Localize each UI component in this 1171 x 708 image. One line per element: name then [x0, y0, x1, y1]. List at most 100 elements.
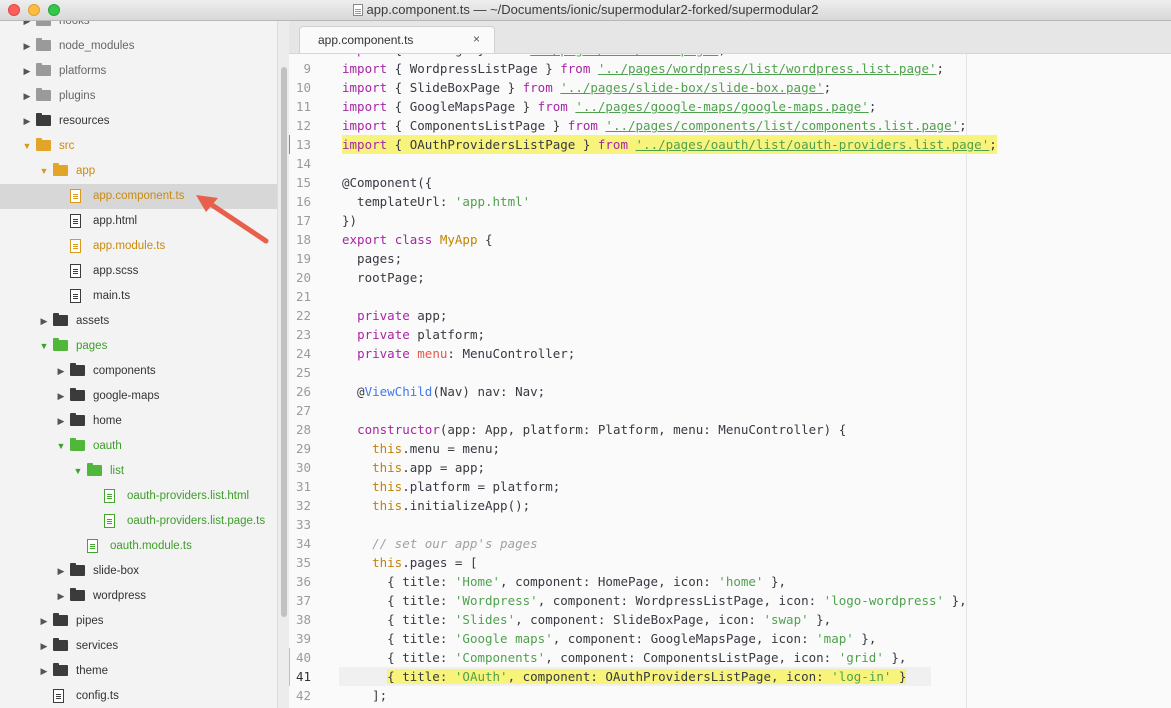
- code-line[interactable]: 15 @Component({: [289, 173, 1171, 192]
- code-editor: app.component.ts × 8import { HomePage } …: [289, 21, 1171, 708]
- code-line[interactable]: 24 private menu: MenuController;: [289, 344, 1171, 363]
- tree-file-config-ts[interactable]: config.ts: [0, 684, 277, 708]
- tree-folder-theme[interactable]: ▶ theme: [0, 659, 277, 684]
- code-line[interactable]: 21: [289, 287, 1171, 306]
- code-line[interactable]: 20 rootPage;: [289, 268, 1171, 287]
- code-line[interactable]: 17}): [289, 211, 1171, 230]
- code-line[interactable]: 39 { title: 'Google maps', component: Go…: [289, 629, 1171, 648]
- tab-app-component[interactable]: app.component.ts ×: [299, 26, 495, 53]
- code-line[interactable]: 19 pages;: [289, 249, 1171, 268]
- chevron-right-icon[interactable]: ▶: [21, 65, 33, 77]
- chevron-down-icon[interactable]: ▼: [21, 140, 33, 152]
- tree-file-oauth-providers-list-page-ts[interactable]: oauth-providers.list.page.ts: [0, 509, 277, 534]
- tree-folder-slide-box[interactable]: ▶ slide-box: [0, 559, 277, 584]
- code-token: import: [342, 99, 388, 114]
- code-line[interactable]: 34 // set our app's pages: [289, 534, 1171, 553]
- chevron-right-icon[interactable]: ▶: [38, 315, 50, 327]
- code-line[interactable]: 28 constructor(app: App, platform: Platf…: [289, 420, 1171, 439]
- chevron-down-icon[interactable]: ▼: [38, 165, 50, 177]
- code-line[interactable]: 10 import { SlideBoxPage } from '../pages…: [289, 78, 1171, 97]
- code-line[interactable]: 9 import { WordpressListPage } from '../p…: [289, 59, 1171, 78]
- code-text: }): [342, 211, 357, 230]
- tree-item-label: slide-box: [93, 565, 140, 577]
- code-line[interactable]: 26 @ViewChild(Nav) nav: Nav;: [289, 382, 1171, 401]
- chevron-right-icon[interactable]: ▶: [55, 415, 67, 427]
- code-line[interactable]: 37 { title: 'Wordpress', component: Word…: [289, 591, 1171, 610]
- tree-folder-services[interactable]: ▶ services: [0, 634, 277, 659]
- chevron-right-icon[interactable]: ▶: [55, 365, 67, 377]
- tree-folder-google-maps[interactable]: ▶ google-maps: [0, 384, 277, 409]
- line-number: 16: [295, 194, 311, 209]
- code-token: (app: App, platform: Platform, menu: Men…: [439, 422, 847, 437]
- tree-file-oauth-providers-list-html[interactable]: oauth-providers.list.html: [0, 484, 277, 509]
- tree-folder-list[interactable]: ▼ list: [0, 459, 277, 484]
- tree-folder-assets[interactable]: ▶ assets: [0, 309, 277, 334]
- code-token: this: [372, 441, 403, 456]
- chevron-right-icon[interactable]: ▶: [38, 640, 50, 652]
- tree-folder-resources[interactable]: ▶ resources: [0, 109, 277, 134]
- code-line[interactable]: 35 this.pages = [: [289, 553, 1171, 572]
- tree-file-main-ts[interactable]: main.ts: [0, 284, 277, 309]
- tree-folder-hooks[interactable]: ▶ hooks: [0, 21, 277, 34]
- chevron-right-icon[interactable]: ▶: [38, 615, 50, 627]
- code-line[interactable]: 38 { title: 'Slides', component: SlideBo…: [289, 610, 1171, 629]
- code-token: },: [808, 612, 832, 627]
- code-line[interactable]: 25: [289, 363, 1171, 382]
- code-line[interactable]: 16 templateUrl: 'app.html': [289, 192, 1171, 211]
- tree-folder-home[interactable]: ▶ home: [0, 409, 277, 434]
- tree-folder-components[interactable]: ▶ components: [0, 359, 277, 384]
- code-line[interactable]: 30 this.app = app;: [289, 458, 1171, 477]
- code-line[interactable]: 11 import { GoogleMapsPage } from '../pag…: [289, 97, 1171, 116]
- code-token: { GoogleMapsPage }: [387, 99, 538, 114]
- chevron-down-icon[interactable]: ▼: [55, 440, 67, 452]
- code-line[interactable]: 42 ];: [289, 686, 1171, 705]
- code-line[interactable]: 36 { title: 'Home', component: HomePage,…: [289, 572, 1171, 591]
- code-line[interactable]: 40 { title: 'Components', component: Com…: [289, 648, 1171, 667]
- sidebar-scrollbar[interactable]: [277, 21, 289, 708]
- code-line[interactable]: 32 this.initializeApp();: [289, 496, 1171, 515]
- chevron-right-icon[interactable]: ▶: [55, 590, 67, 602]
- code-line[interactable]: 12 import { ComponentsListPage } from '..…: [289, 116, 1171, 135]
- chevron-right-icon[interactable]: ▶: [21, 40, 33, 52]
- code-line[interactable]: 14: [289, 154, 1171, 173]
- code-line[interactable]: 23 private platform;: [289, 325, 1171, 344]
- code-token: { title:: [342, 631, 455, 646]
- code-area[interactable]: 8import { HomePage } from '../pages/home…: [289, 54, 1171, 708]
- chevron-down-icon[interactable]: ▼: [38, 340, 50, 352]
- tree-file-app-scss[interactable]: app.scss: [0, 259, 277, 284]
- tree-folder-node-modules[interactable]: ▶ node_modules: [0, 34, 277, 59]
- tree-folder-oauth[interactable]: ▼ oauth: [0, 434, 277, 459]
- code-line[interactable]: 22 private app;: [289, 306, 1171, 325]
- tree-folder-platforms[interactable]: ▶ platforms: [0, 59, 277, 84]
- chevron-right-icon[interactable]: ▶: [21, 115, 33, 127]
- chevron-right-icon[interactable]: ▶: [38, 665, 50, 677]
- tree-file-oauth-module-ts[interactable]: oauth.module.ts: [0, 534, 277, 559]
- line-number: 33: [295, 517, 311, 532]
- code-token: 'Home': [454, 574, 501, 589]
- tree-folder-app[interactable]: ▼ app: [0, 159, 277, 184]
- tree-folder-wordpress[interactable]: ▶ wordpress: [0, 584, 277, 609]
- code-line[interactable]: 41 { title: 'OAuth', component: OAuthPro…: [289, 667, 1171, 686]
- code-line[interactable]: 31 this.platform = platform;: [289, 477, 1171, 496]
- chevron-down-icon[interactable]: ▼: [72, 465, 84, 477]
- code-line[interactable]: 33: [289, 515, 1171, 534]
- tree-folder-src[interactable]: ▼ src: [0, 134, 277, 159]
- tree-folder-pipes[interactable]: ▶ pipes: [0, 609, 277, 634]
- chevron-right-icon[interactable]: ▶: [55, 565, 67, 577]
- sidebar-scrollbar-thumb[interactable]: [281, 67, 287, 617]
- chevron-right-icon[interactable]: ▶: [21, 90, 33, 102]
- code-line[interactable]: 13 import { OAuthProvidersListPage } from…: [289, 135, 1171, 154]
- chevron-right-icon[interactable]: ▶: [55, 390, 67, 402]
- code-line[interactable]: 29 this.menu = menu;: [289, 439, 1171, 458]
- code-line[interactable]: 18 export class MyApp {: [289, 230, 1171, 249]
- code-token: ];: [342, 688, 388, 703]
- code-line[interactable]: 27: [289, 401, 1171, 420]
- tree-folder-pages[interactable]: ▼ pages: [0, 334, 277, 359]
- tab-close-icon[interactable]: ×: [473, 32, 480, 46]
- chevron-right-icon[interactable]: ▶: [21, 21, 33, 27]
- tree-item-label: google-maps: [93, 390, 160, 402]
- folder-icon: [36, 63, 51, 76]
- tree-item-label: components: [93, 365, 156, 377]
- tree-folder-plugins[interactable]: ▶ plugins: [0, 84, 277, 109]
